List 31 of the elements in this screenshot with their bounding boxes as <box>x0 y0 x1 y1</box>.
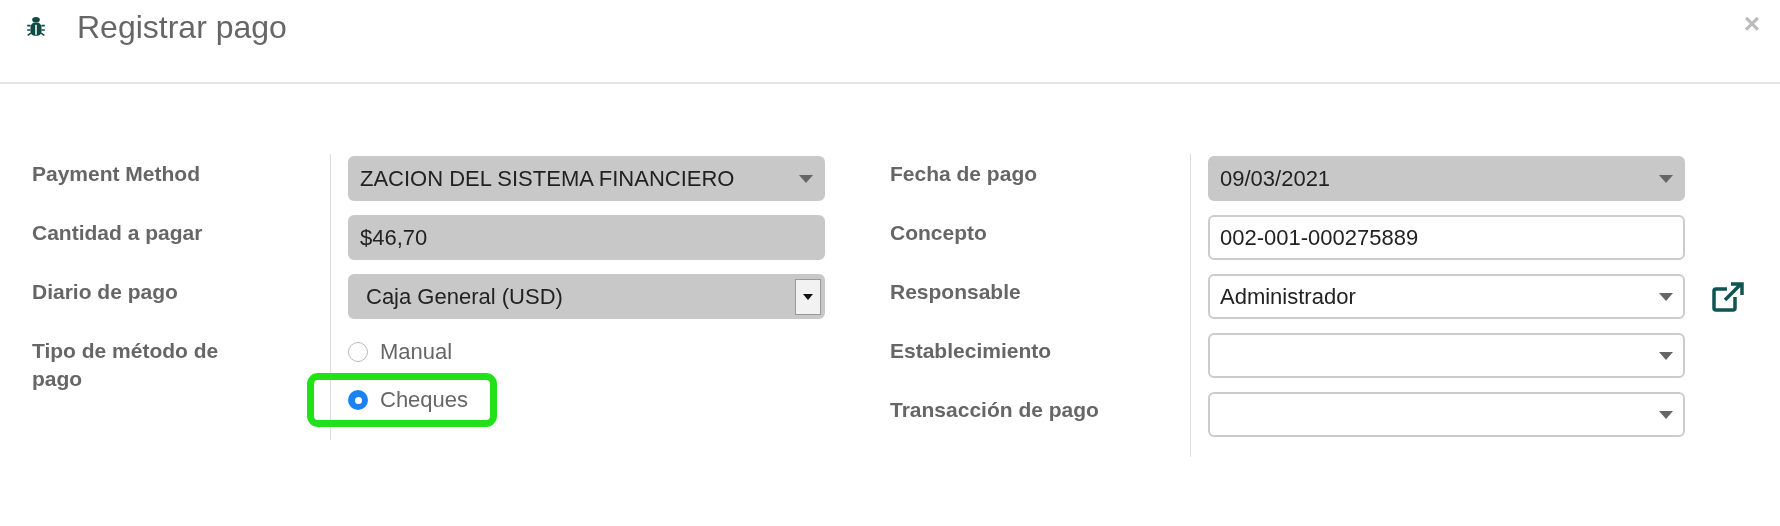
field-label: Concepto <box>890 220 988 246</box>
caret-icon <box>803 293 813 300</box>
caret-icon <box>1659 351 1673 360</box>
field-label: Tipo de método de pago <box>32 338 220 392</box>
field-label: Establecimiento <box>890 338 1053 364</box>
bug-icon <box>27 16 45 38</box>
field-label: Responsable <box>890 279 1022 305</box>
dialog-title: Registrar pago <box>77 8 287 46</box>
radio-label[interactable]: Manual <box>380 339 453 365</box>
caret-icon <box>1659 174 1673 183</box>
field-label: Cantidad a pagar <box>32 220 204 246</box>
dropdown-field[interactable] <box>1208 333 1685 378</box>
dropdown-field[interactable]: ZACION DEL SISTEMA FINANCIERO <box>348 156 825 201</box>
caret-icon <box>799 174 813 183</box>
field-label: Transacción de pago <box>890 397 1100 423</box>
radio-option[interactable]: Manual <box>348 339 453 365</box>
dropdown-field[interactable] <box>1208 392 1685 437</box>
radio-button[interactable] <box>348 390 368 410</box>
dropdown-field[interactable]: Administrador <box>1208 274 1685 319</box>
dropdown-field[interactable]: 09/03/2021 <box>1208 156 1685 201</box>
caret-icon <box>1659 410 1673 419</box>
dropdown-field[interactable]: Caja General (USD) <box>348 274 825 319</box>
external-link-icon[interactable] <box>1711 280 1745 313</box>
input-field[interactable]: 002-001-000275889 <box>1208 215 1685 260</box>
field-label: Diario de pago <box>32 279 179 305</box>
caret-icon <box>1659 292 1673 301</box>
radio-label[interactable]: Cheques <box>380 387 469 413</box>
field-label: Payment Method <box>32 161 202 187</box>
field-label: Fecha de pago <box>890 161 1039 187</box>
input-field[interactable]: $46,70 <box>348 215 825 260</box>
radio-button[interactable] <box>348 342 368 362</box>
